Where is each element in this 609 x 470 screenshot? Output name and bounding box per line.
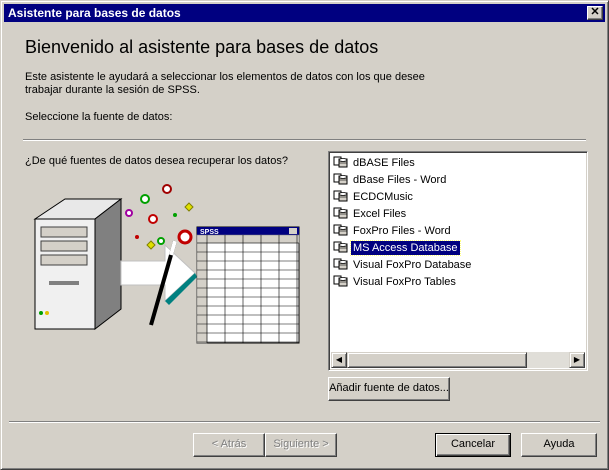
question-label: ¿De qué fuentes de datos desea recuperar…	[25, 155, 288, 167]
title-bar[interactable]: Asistente para bases de datos ✕	[4, 4, 605, 22]
help-button[interactable]: Ayuda	[521, 433, 597, 457]
close-button[interactable]: ✕	[587, 6, 603, 20]
database-icon	[333, 275, 348, 287]
intro-line-1: Este asistente le ayudará a seleccionar …	[25, 71, 425, 83]
database-icon	[333, 258, 348, 270]
intro-text: Este asistente le ayudará a seleccionar …	[25, 71, 445, 97]
sparkles-icon	[125, 184, 194, 250]
database-icon	[333, 156, 348, 168]
intro-line-2: trabajar durante la sesión de SPSS.	[25, 84, 200, 96]
list-item-label: Visual FoxPro Database	[353, 259, 472, 271]
list-item-label: ECDCMusic	[353, 191, 413, 203]
scroll-right-button[interactable]: ▶	[569, 352, 585, 368]
list-item-label: FoxPro Files - Word	[353, 225, 451, 237]
list-item-label: dBase Files - Word	[353, 174, 447, 186]
list-item-label: dBASE Files	[353, 157, 415, 169]
horizontal-scrollbar[interactable]: ◀ ▶	[331, 352, 585, 368]
add-data-source-button[interactable]: Añadir fuente de datos...	[328, 377, 450, 401]
database-icon	[333, 173, 348, 185]
data-sources-list[interactable]: dBASE Files dBase Files - Word ECDCMusic Ex…	[328, 151, 588, 371]
page-title: Bienvenido al asistente para bases de da…	[25, 37, 379, 57]
scroll-thumb[interactable]	[347, 352, 527, 368]
dialog-window: Asistente para bases de datos ✕ Bienveni…	[0, 0, 609, 470]
database-icon	[333, 207, 348, 219]
close-icon: ✕	[590, 6, 600, 18]
server-tower-icon	[33, 197, 123, 331]
cancel-button[interactable]: Cancelar	[435, 433, 511, 457]
next-button[interactable]: Siguiente >	[265, 433, 337, 457]
back-button[interactable]: < Atrás	[193, 433, 265, 457]
database-icon	[333, 224, 348, 236]
window-title: Asistente para bases de datos	[8, 6, 181, 20]
bottom-divider	[9, 421, 600, 423]
database-wizard-illustration: SPSS	[33, 184, 300, 344]
database-icon	[333, 190, 348, 202]
scroll-left-button[interactable]: ◀	[331, 352, 347, 368]
list-item-label: Visual FoxPro Tables	[353, 276, 456, 288]
arrow-right-icon: ▶	[573, 355, 581, 364]
database-icon	[333, 241, 348, 253]
list-item-label: Excel Files	[353, 208, 407, 220]
spreadsheet-icon: SPSS	[196, 226, 300, 344]
top-divider	[23, 139, 586, 141]
list-item-label: MS Access Database	[350, 240, 461, 256]
arrow-left-icon: ◀	[335, 355, 343, 364]
source-prompt: Seleccione la fuente de datos:	[25, 111, 173, 123]
